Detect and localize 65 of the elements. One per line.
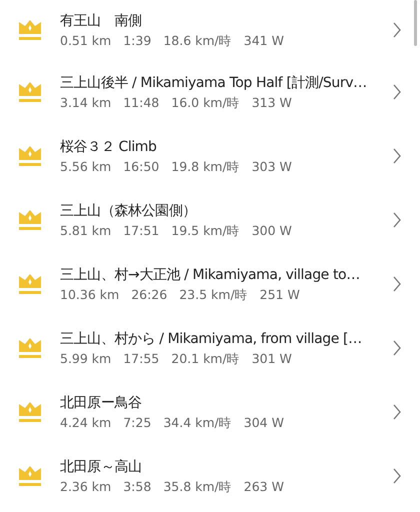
segment-stat: 11:48 — [123, 94, 160, 112]
segment-stat: 4.24 km — [60, 414, 112, 432]
scrollbar[interactable] — [414, 0, 417, 46]
segment-row[interactable]: 北田原～高山 2.36 km 3:58 35.8 km/時 263 W — [0, 444, 420, 508]
crown-icon — [18, 401, 42, 423]
chevron-icon — [392, 212, 402, 228]
segment-stat: 303 W — [252, 158, 292, 176]
segment-stat: 3:58 — [123, 478, 152, 496]
segment-stat: 17:51 — [123, 222, 160, 240]
segment-stat: 263 W — [244, 478, 284, 496]
chevron-icon — [392, 148, 402, 164]
crown-icon — [18, 337, 42, 359]
segment-stat: 16:50 — [123, 158, 160, 176]
segment-stat: 19.8 km/時 — [171, 158, 240, 176]
segment-row[interactable]: 三上山、村→大正池 / Mikamiyama, village to… 10.36 km 26:26 23.5 km/時 251 W — [0, 252, 420, 316]
crown-icon — [18, 465, 42, 487]
segment-stat: 300 W — [252, 222, 292, 240]
segment-stat: 17:55 — [123, 350, 160, 368]
segment-stat: 26:26 — [131, 286, 168, 304]
crown-icon — [18, 81, 42, 103]
segment-name: 桜谷３２ Climb — [60, 138, 158, 156]
chevron-icon — [392, 340, 402, 356]
segment-row[interactable]: 三上山（森林公園側） 5.81 km 17:51 19.5 km/時 300 W — [0, 188, 420, 252]
segment-row[interactable]: 有王山 南側 0.51 km 1:39 18.6 km/時 341 W — [0, 0, 420, 60]
segment-name: 三上山（森林公園側） — [60, 202, 198, 220]
crown-icon — [18, 209, 42, 231]
crown-icon — [18, 145, 42, 167]
segment-stat: 10.36 km — [60, 286, 120, 304]
segment-name: 北田原ー鳥谷 — [60, 394, 143, 412]
crown-icon — [18, 19, 42, 41]
chevron-icon — [392, 22, 402, 38]
segment-name: 三上山、村→大正池 / Mikamiyama, village to… — [60, 266, 361, 284]
chevron-icon — [392, 404, 402, 420]
segment-stat: 35.8 km/時 — [163, 478, 232, 496]
segment-name: 三上山、村から / Mikamiyama, from village [… — [60, 330, 363, 348]
segment-row[interactable]: 北田原ー鳥谷 4.24 km 7:25 34.4 km/時 304 W — [0, 380, 420, 444]
segment-stat: 18.6 km/時 — [163, 32, 232, 50]
segment-stat: 23.5 km/時 — [179, 286, 248, 304]
chevron-icon — [392, 84, 402, 100]
segment-name: 北田原～高山 — [60, 458, 143, 476]
chevron-icon — [392, 468, 402, 484]
chevron-icon — [392, 276, 402, 292]
segment-name: 三上山後半 / Mikamiyama Top Half [計測/Surv… — [60, 74, 368, 92]
segment-row[interactable]: 三上山後半 / Mikamiyama Top Half [計測/Surv… 3.14 km 11:48 16.0 km/時 313 W — [0, 60, 420, 124]
segment-stat: 34.4 km/時 — [163, 414, 232, 432]
segment-stat: 2.36 km — [60, 478, 112, 496]
segment-stat: 251 W — [260, 286, 300, 304]
segment-stat: 16.0 km/時 — [171, 94, 240, 112]
segment-stat: 5.81 km — [60, 222, 112, 240]
segment-stat: 3.14 km — [60, 94, 112, 112]
segment-stat: 0.51 km — [60, 32, 112, 50]
segment-row[interactable]: 三上山、村から / Mikamiyama, from village [… 5.99 km 17:55 20.1 km/時 301 W — [0, 316, 420, 380]
segment-stat: 301 W — [252, 350, 292, 368]
crown-icon — [18, 273, 42, 295]
segment-stat: 313 W — [252, 94, 292, 112]
segment-stat: 304 W — [244, 414, 284, 432]
segment-stat: 5.99 km — [60, 350, 112, 368]
segment-stat: 341 W — [244, 32, 284, 50]
segment-stat: 20.1 km/時 — [171, 350, 240, 368]
segment-stat: 7:25 — [123, 414, 152, 432]
segment-stat: 1:39 — [123, 32, 152, 50]
segment-stat: 5.56 km — [60, 158, 112, 176]
segment-row[interactable]: 桜谷３２ Climb 5.56 km 16:50 19.8 km/時 303 W — [0, 124, 420, 188]
segment-stat: 19.5 km/時 — [171, 222, 240, 240]
segment-name: 有王山 南側 — [60, 12, 143, 30]
